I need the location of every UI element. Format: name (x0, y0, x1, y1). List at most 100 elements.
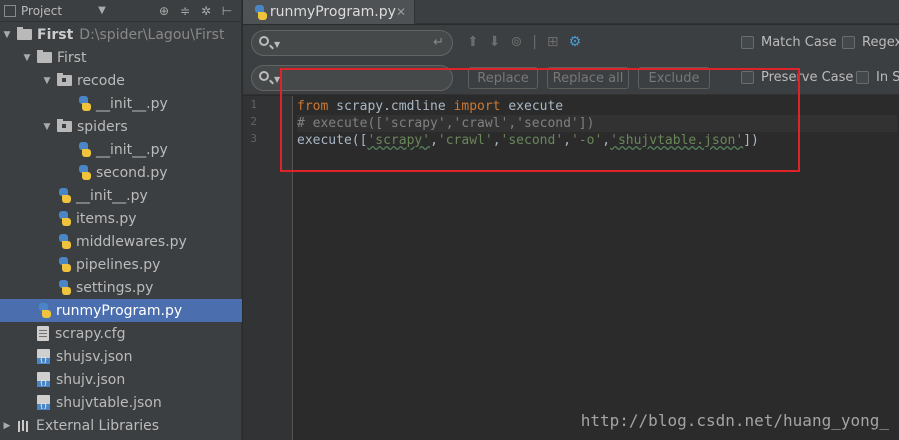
tree-item[interactable]: pipelines.py (0, 253, 242, 276)
replace-button[interactable]: Replace (468, 67, 538, 89)
tree-item[interactable]: __init__.py (0, 138, 242, 161)
regex-label: Regex (862, 35, 899, 50)
tree-item[interactable]: ▼ First D:\spider\Lagou\First (0, 23, 242, 46)
json-file-icon (37, 395, 50, 410)
config-file-icon (37, 326, 49, 341)
tree-item[interactable]: shujv.json (0, 368, 242, 391)
preserve-case-option[interactable]: Preserve Case (741, 70, 853, 85)
line-number: 2 (250, 115, 257, 128)
find-all-icon[interactable]: ⊚ (510, 34, 522, 50)
next-occurrence-icon[interactable]: ⬇ (489, 34, 501, 50)
replace-input[interactable] (284, 69, 424, 87)
code-line[interactable]: execute(['scrapy','crawl','second','-o',… (297, 132, 759, 149)
code-token: execute([ (297, 133, 368, 148)
scroll-from-source-icon[interactable]: ⊕ (158, 4, 170, 18)
preserve-case-checkbox[interactable] (741, 71, 754, 84)
tree-item[interactable]: ▼ recode (0, 69, 242, 92)
in-selection-checkbox[interactable] (856, 71, 869, 84)
tree-item-label: middlewares.py (76, 233, 187, 250)
tree-item[interactable]: ▼ First (0, 46, 242, 69)
watermark-text: http://blog.csdn.net/huang_yong_ (580, 411, 889, 430)
line-number: 3 (250, 132, 257, 145)
newline-icon[interactable]: ↵ (433, 35, 444, 50)
code-token: ]) (743, 133, 759, 148)
tab-close-icon[interactable]: ✕ (396, 5, 406, 19)
regex-option[interactable]: Regex (842, 35, 899, 50)
replace-search-icon[interactable] (259, 71, 269, 81)
match-case-checkbox[interactable] (741, 36, 754, 49)
tree-item[interactable]: ▼ spiders (0, 115, 242, 138)
find-replace-bar: ▼ ↵ ⬆ ⬇ ⊚ | ⊞ ⚙ Match Case Regex ▼ Repla… (243, 25, 899, 95)
expand-arrow-icon[interactable]: ▼ (2, 30, 12, 40)
folder-icon (17, 27, 32, 40)
package-folder-icon (57, 73, 72, 86)
tree-item[interactable]: items.py (0, 207, 242, 230)
expand-arrow-icon[interactable]: ▼ (42, 122, 52, 132)
tree-item-label: __init__.py (76, 187, 148, 204)
tree-item[interactable]: settings.py (0, 276, 242, 299)
search-icon[interactable] (259, 36, 269, 46)
in-selection-label: In S (876, 70, 899, 85)
find-input[interactable] (284, 34, 424, 52)
code-token: scrapy.cmdline (328, 99, 454, 114)
tree-item[interactable]: scrapy.cfg (0, 322, 242, 345)
code-line[interactable]: from scrapy.cmdline import execute (297, 98, 563, 115)
python-file-icon (57, 280, 72, 295)
replace-history-dropdown-icon[interactable]: ▼ (274, 75, 280, 84)
tree-item[interactable]: ▶ External Libraries (0, 414, 242, 437)
tree-item[interactable]: __init__.py (0, 92, 242, 115)
exclude-button[interactable]: Exclude (638, 67, 710, 89)
project-tree: ▼ First D:\spider\Lagou\First ▼ First ▼ recode… (0, 23, 242, 437)
tab-label: runmyProgram.py (269, 4, 396, 20)
select-all-occurrences-icon[interactable]: ⊞ (547, 34, 559, 50)
editor-area: runmyProgram.py ✕ ▼ ↵ ⬆ ⬇ ⊚ | ⊞ ⚙ Match … (243, 0, 899, 440)
tree-item-label: pipelines.py (76, 256, 161, 273)
project-view-dropdown-icon[interactable]: ▼ (98, 5, 106, 16)
replace-all-button[interactable]: Replace all (547, 67, 629, 89)
python-file-icon (37, 303, 52, 318)
tree-item[interactable]: middlewares.py (0, 230, 242, 253)
find-navigation-tools: ⬆ ⬇ ⊚ | ⊞ ⚙ (467, 34, 581, 50)
tab-runmyprogram[interactable]: runmyProgram.py ✕ (243, 0, 415, 24)
tree-item[interactable]: runmyProgram.py (0, 299, 242, 322)
code-token: , (492, 133, 501, 148)
regex-checkbox[interactable] (842, 36, 855, 49)
code-line[interactable]: # execute(['scrapy','crawl','second']) (297, 115, 897, 132)
tree-item-label: __init__.py (96, 95, 168, 112)
search-history-dropdown-icon[interactable]: ▼ (274, 40, 280, 49)
find-row: ▼ ↵ ⬆ ⬇ ⊚ | ⊞ ⚙ Match Case Regex (243, 25, 899, 59)
project-panel-header: Project ▼ ⊕ ≑ ✲ ⊢ (0, 0, 241, 22)
previous-occurrence-icon[interactable]: ⬆ (467, 34, 479, 50)
preserve-case-label: Preserve Case (761, 70, 854, 85)
tree-item[interactable]: second.py (0, 161, 242, 184)
expand-arrow-icon[interactable]: ▼ (22, 53, 32, 63)
find-options-gear-icon[interactable]: ⚙ (569, 34, 582, 50)
replace-field[interactable]: ▼ (251, 65, 453, 91)
tree-item-label: spiders (77, 118, 128, 135)
code-token: , (430, 133, 438, 148)
find-field[interactable]: ▼ ↵ (251, 30, 453, 56)
hide-panel-icon[interactable]: ⊢ (221, 4, 233, 18)
match-case-option[interactable]: Match Case (741, 35, 837, 50)
python-file-icon (253, 4, 267, 20)
tree-item-path: D:\spider\Lagou\First (79, 26, 225, 43)
project-panel-title[interactable]: Project (21, 4, 62, 18)
json-file-icon (37, 349, 50, 364)
code-token: import (453, 99, 501, 114)
python-file-icon (77, 165, 92, 180)
project-panel-toolbar: ⊕ ≑ ✲ ⊢ (158, 4, 237, 18)
code-editor[interactable]: 123 from scrapy.cmdline import execute # … (243, 96, 899, 440)
tree-item[interactable]: shujsv.json (0, 345, 242, 368)
collapse-all-icon[interactable]: ≑ (179, 4, 191, 18)
in-selection-option[interactable]: In S (856, 70, 899, 85)
tree-item-label: External Libraries (36, 417, 159, 434)
code-token: execute (500, 99, 564, 114)
tree-item[interactable]: shujvtable.json (0, 391, 242, 414)
collapse-arrow-icon[interactable]: ▶ (2, 421, 12, 431)
code-token: '-o' (570, 133, 603, 148)
tree-item[interactable]: __init__.py (0, 184, 242, 207)
python-file-icon (57, 188, 72, 203)
settings-gear-icon[interactable]: ✲ (200, 4, 212, 18)
expand-arrow-icon[interactable]: ▼ (42, 76, 52, 86)
tree-item-label: __init__.py (96, 141, 168, 158)
